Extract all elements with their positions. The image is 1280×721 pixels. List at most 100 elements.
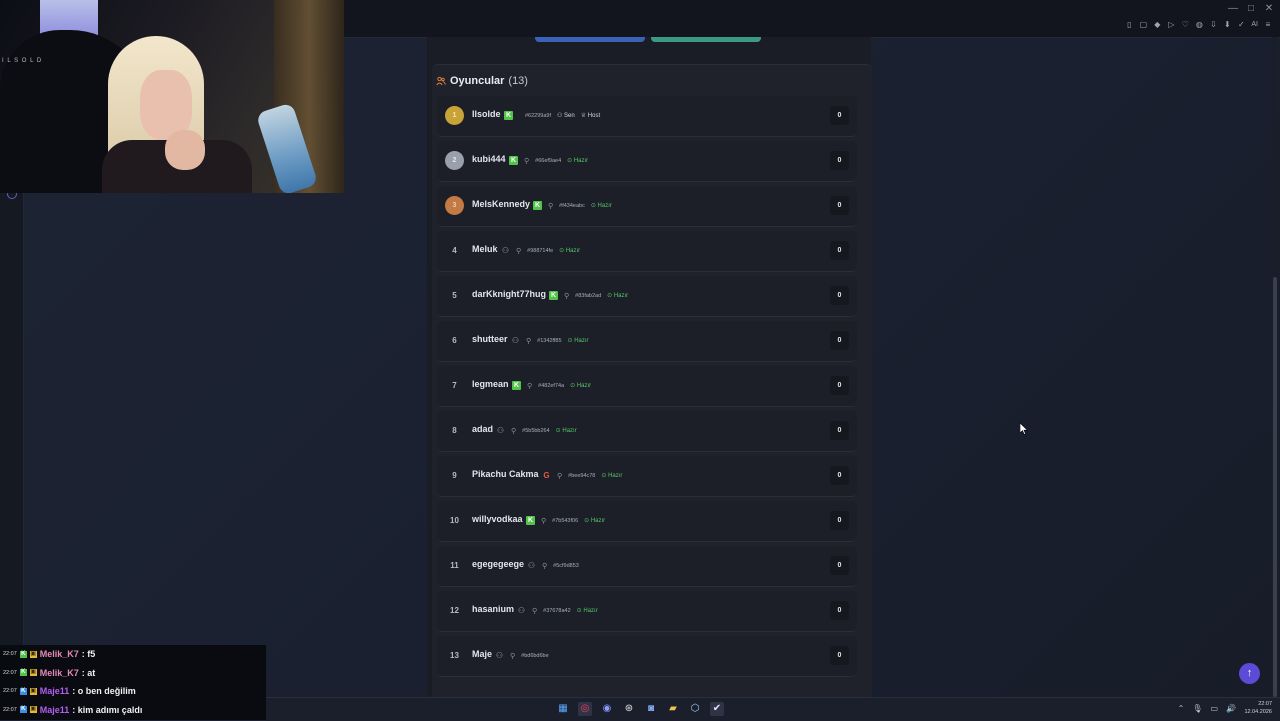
- badge-label: Hazır: [573, 158, 589, 164]
- player-row[interactable]: 7 legmean K ⚲ #482ef74a ⊙ Hazır 0: [437, 366, 857, 407]
- player-meta: K ⚲ #7b543f06 ⊙ Hazır: [526, 516, 605, 525]
- play-icon[interactable]: ▷: [1167, 21, 1175, 29]
- chat-username: Maje11: [39, 686, 70, 696]
- player-score: 0: [830, 286, 849, 305]
- ready-badge: ⊙ Hazır: [567, 157, 588, 164]
- display-icon[interactable]: ▭: [1210, 704, 1218, 713]
- microphone-icon[interactable]: 🎙: [1192, 704, 1202, 713]
- player-row[interactable]: 6 shutteer ⚇ ⚲ #1342ff85 ⊙ Hazır 0: [437, 321, 857, 362]
- user-icon: ⚇: [501, 246, 510, 255]
- player-row[interactable]: 13 Maje ⚇ ⚲ #bd6bd6be 0: [437, 636, 857, 677]
- player-meta: K ⚲ #83fab2ad ⊙ Hazır: [549, 291, 628, 300]
- scroll-to-top-button[interactable]: ↑: [1239, 663, 1260, 684]
- user-icon: ⚇: [517, 606, 526, 615]
- player-name: kubi444: [472, 154, 506, 164]
- player-row[interactable]: 2 kubi444 K ⚲ #66ef9ae4 ⊙ Hazır 0: [437, 141, 857, 182]
- player-row[interactable]: 10 willyvodkaa K ⚲ #7b543f06 ⊙ Hazır 0: [437, 501, 857, 542]
- extension-icon[interactable]: ◍: [1195, 21, 1203, 29]
- player-row[interactable]: 1 Ilsolde K #62299a9f ⚇ Sen ♕ Host 0: [437, 96, 857, 137]
- badge-label: Hazır: [574, 338, 589, 344]
- player-row[interactable]: 4 Meluk ⚇ ⚲ #988714fe ⊙ Hazır 0: [437, 231, 857, 272]
- chat-badge-icon: K: [19, 650, 27, 658]
- tab-icon[interactable]: ▢: [1139, 21, 1148, 29]
- player-rank: 2: [445, 151, 464, 170]
- player-meta: ⚇ ⚲ #37678a42 ⊙ Hazır: [517, 606, 598, 615]
- panel-action-buttons: [535, 37, 761, 42]
- role-icon: ⚲: [541, 517, 547, 525]
- check-circle-icon: ⊙: [590, 203, 598, 209]
- save-icon[interactable]: ⬇: [1223, 21, 1231, 29]
- player-row[interactable]: 8 adad ⚇ ⚲ #5b5bb264 ⊙ Hazır 0: [437, 411, 857, 452]
- primary-action-button[interactable]: [535, 37, 645, 42]
- player-row[interactable]: 11 egegegeege ⚇ ⚲ #5cf9d853 0: [437, 546, 857, 587]
- close-icon[interactable]: ✕: [1264, 3, 1274, 14]
- player-meta: K ⚲ #f434eabc ⊙ Hazır: [533, 201, 612, 210]
- role-icon: ⚲: [557, 472, 563, 480]
- user-icon: ⚇: [527, 561, 536, 570]
- player-score: 0: [830, 601, 849, 620]
- stream-chat: 22:07 K ▣ Melik_K7: f5 22:07 K ▣ Melik_K7: at 22…: [0, 645, 266, 720]
- check-app-icon[interactable]: ✔: [710, 702, 724, 716]
- kick-icon: K: [533, 201, 542, 210]
- player-meta: ⚇ ⚲ #5b5bb264 ⊙ Hazır: [496, 426, 577, 435]
- check-circle-icon: ⊙: [607, 293, 614, 299]
- webcam-chair-text: I L S O L D: [2, 58, 43, 64]
- chat-text: : f5: [81, 649, 96, 659]
- ready-badge: ⊙ Hazır: [591, 202, 612, 209]
- player-rank: 4: [452, 246, 457, 255]
- shield-icon[interactable]: ◆: [1153, 21, 1161, 29]
- role-icon: ⚲: [564, 292, 570, 300]
- player-row[interactable]: 3 MelsKennedy K ⚲ #f434eabc ⊙ Hazır 0: [437, 186, 857, 227]
- mouse-cursor-icon: [1019, 422, 1029, 438]
- webcam-person-hand: [165, 130, 205, 170]
- network-app-icon[interactable]: ⬡: [688, 702, 702, 716]
- chat-message: 22:07 K ▣ Maje11: o ben değilim: [3, 686, 136, 696]
- start-icon[interactable]: ▦: [556, 702, 570, 716]
- ready-badge: ⊙ Hazır: [601, 472, 622, 479]
- tray-expand-icon[interactable]: ⌃: [1178, 704, 1185, 713]
- player-row[interactable]: 12 hasanium ⚇ ⚲ #37678a42 ⊙ Hazır 0: [437, 591, 857, 632]
- person-icon: ⚇: [557, 113, 565, 119]
- discord-icon[interactable]: ◉: [600, 702, 614, 716]
- maximize-icon[interactable]: □: [1246, 3, 1256, 14]
- ready-badge: ⊙ Hazır: [607, 292, 628, 299]
- check-icon[interactable]: ✓: [1237, 21, 1245, 29]
- player-name: willyvodkaa: [472, 514, 523, 524]
- role-icon: ⚲: [526, 337, 532, 345]
- chat-username: Melik_K7: [39, 649, 79, 659]
- player-rank: 9: [452, 471, 457, 480]
- player-name: Meluk: [472, 244, 498, 254]
- user-icon: ⚇: [495, 651, 504, 660]
- chat-text: : o ben değilim: [72, 686, 136, 696]
- player-score: 0: [830, 466, 849, 485]
- volume-icon[interactable]: 🔊: [1226, 704, 1236, 713]
- chat-badge-icon: K: [19, 706, 27, 713]
- download-icon[interactable]: ⇩: [1209, 21, 1217, 29]
- webcam-overlay: I L S O L D: [0, 0, 344, 193]
- opera-icon[interactable]: ◎: [578, 702, 592, 716]
- chat-sub-badge-icon: ▣: [29, 706, 37, 713]
- minimize-icon[interactable]: —: [1228, 3, 1238, 14]
- bookmark-icon[interactable]: ▯: [1125, 21, 1133, 29]
- player-row[interactable]: 9 Pikachu Cakma G ⚲ #bee94c78 ⊙ Hazır 0: [437, 456, 857, 497]
- scroll-thumb[interactable]: [1273, 277, 1277, 697]
- kick-icon: K: [512, 381, 521, 390]
- badge-label: Hazır: [583, 608, 598, 614]
- secondary-action-button[interactable]: [651, 37, 761, 42]
- role-icon: ⚲: [527, 382, 533, 390]
- folder-icon[interactable]: ▰: [666, 702, 680, 716]
- menu-icon[interactable]: ≡: [1264, 21, 1272, 29]
- chrome-icon[interactable]: ⊛: [622, 702, 636, 716]
- heart-icon[interactable]: ♡: [1181, 21, 1189, 29]
- kick-icon: K: [504, 111, 513, 120]
- player-id: #988714fe: [527, 247, 554, 254]
- app-icon[interactable]: ◙: [644, 702, 658, 716]
- player-rank: 6: [452, 336, 457, 345]
- chat-sub-badge-icon: ▣: [29, 687, 37, 695]
- host-badge: ♕ Host: [581, 112, 600, 119]
- page-scrollbar[interactable]: [1272, 37, 1278, 697]
- player-name: hasanium: [472, 604, 515, 614]
- ai-icon[interactable]: AI: [1251, 21, 1258, 29]
- player-row[interactable]: 5 darKknight77hug K ⚲ #83fab2ad ⊙ Hazır 0: [437, 276, 857, 317]
- taskbar-clock[interactable]: 22:07 12.04.2026: [1244, 700, 1272, 716]
